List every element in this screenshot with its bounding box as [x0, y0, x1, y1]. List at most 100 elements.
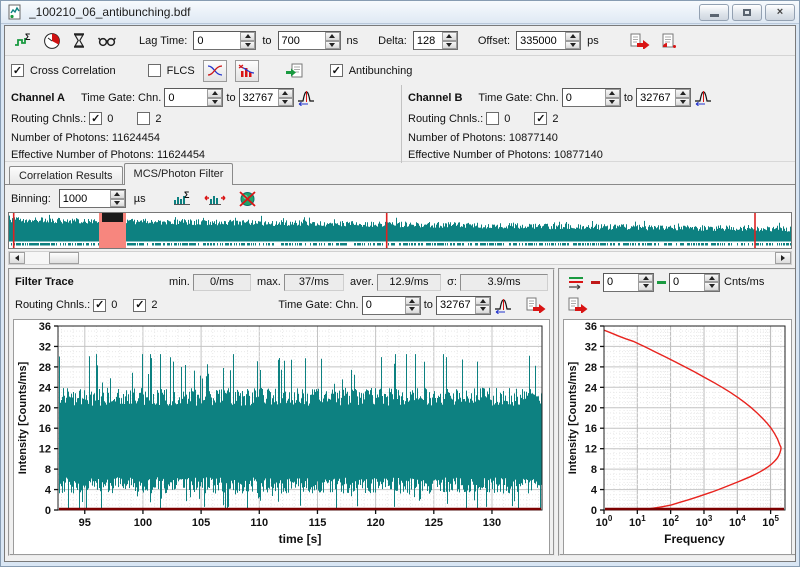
intensity-threshold-icon[interactable] — [565, 273, 588, 292]
spin-down-button[interactable] — [704, 282, 719, 291]
tcspc-peak-icon[interactable] — [491, 295, 515, 316]
spin-up-button[interactable] — [675, 89, 690, 98]
binning-input[interactable] — [60, 190, 110, 207]
overview-chart[interactable] — [9, 213, 791, 248]
scrollbar-thumb[interactable] — [49, 252, 79, 264]
export-data-icon[interactable] — [565, 295, 590, 315]
offset-input[interactable] — [517, 32, 565, 49]
sum-trace-icon[interactable]: Σ — [170, 188, 194, 209]
flcs-label: FLCS — [167, 65, 195, 77]
channel-a-gate-to-input[interactable] — [240, 89, 278, 106]
upper-threshold-input[interactable] — [670, 274, 704, 291]
channel-b-routing-2-checkbox[interactable]: ✓ — [534, 112, 547, 125]
upper-threshold-spinbox — [669, 273, 720, 292]
channel-b-panel: Channel B Time Gate: Chn. to — [401, 85, 795, 163]
lag-time-label: Lag Time: — [139, 35, 187, 47]
channel-b-gate-from-input[interactable] — [563, 89, 605, 106]
cross-correlation-checkbox[interactable]: ✓ — [11, 64, 24, 77]
channel-b-title: Channel B — [408, 92, 462, 104]
svg-text:16: 16 — [585, 423, 597, 435]
lag-from-input[interactable] — [194, 32, 240, 49]
tcspc-peak-icon[interactable] — [691, 87, 715, 108]
filter-routing-2-checkbox[interactable]: ✓ — [133, 299, 146, 312]
spin-down-button[interactable] — [638, 282, 653, 291]
lag-unit-label: ns — [347, 35, 359, 47]
restore-button[interactable] — [732, 4, 762, 21]
svg-text:100: 100 — [134, 517, 152, 529]
preview-binoculars-icon[interactable] — [95, 32, 119, 50]
flcs-checkbox[interactable] — [148, 64, 161, 77]
antibunching-checkbox[interactable]: ✓ — [330, 64, 343, 77]
spin-up-button[interactable] — [207, 89, 222, 98]
filter-gate-from-input[interactable] — [363, 297, 405, 314]
spin-down-button[interactable] — [605, 98, 620, 107]
channel-a-gate-from-input[interactable] — [165, 89, 207, 106]
channel-a-photon-count: Number of Photons: 11624454 — [11, 129, 395, 146]
channel-b-routing-2-label: 2 — [552, 113, 558, 125]
channel-b-gate-to-input[interactable] — [637, 89, 675, 106]
channel-a-routing-2-checkbox[interactable] — [137, 112, 150, 125]
spin-down-button[interactable] — [240, 41, 255, 50]
spin-down-button[interactable] — [325, 41, 340, 50]
channel-a-routing-0-checkbox[interactable]: ✓ — [89, 112, 102, 125]
export-data-icon[interactable] — [627, 31, 652, 51]
svg-text:4: 4 — [591, 485, 598, 497]
lower-threshold-input[interactable] — [604, 274, 638, 291]
spin-up-button[interactable] — [442, 32, 457, 41]
correlate-icon[interactable]: Σ — [11, 30, 35, 51]
spin-up-button[interactable] — [475, 297, 490, 306]
fit-time-range-icon[interactable] — [202, 188, 228, 209]
overview-trace-strip[interactable] — [8, 212, 792, 249]
spin-down-button[interactable] — [278, 98, 293, 107]
copy-results-icon[interactable] — [283, 61, 306, 81]
spin-up-button[interactable] — [605, 89, 620, 98]
close-button[interactable]: × — [765, 4, 795, 21]
svg-text:Intensity [Counts/ms]: Intensity [Counts/ms] — [567, 361, 579, 474]
spin-up-button[interactable] — [405, 297, 420, 306]
minimize-icon — [710, 14, 719, 17]
correlation-curves-icon[interactable] — [203, 60, 227, 82]
tab-correlation-results[interactable]: Correlation Results — [9, 166, 123, 185]
scrollbar-track[interactable] — [25, 252, 775, 264]
lag-to-input[interactable] — [279, 32, 325, 49]
acquisition-clock-icon[interactable] — [41, 30, 63, 52]
overview-scrollbar[interactable] — [8, 251, 792, 265]
report-icon[interactable] — [658, 31, 680, 51]
spin-down-button[interactable] — [207, 98, 222, 107]
scroll-right-button[interactable] — [775, 252, 791, 264]
svg-text:12: 12 — [585, 444, 597, 456]
scroll-left-button[interactable] — [9, 252, 25, 264]
spin-up-button[interactable] — [638, 274, 653, 283]
spin-up-button[interactable] — [704, 274, 719, 283]
spin-down-button[interactable] — [565, 41, 580, 50]
filter-routing-0-checkbox[interactable]: ✓ — [93, 299, 106, 312]
spin-up-button[interactable] — [325, 32, 340, 41]
spin-down-button[interactable] — [110, 199, 125, 208]
svg-text:16: 16 — [39, 423, 51, 435]
channel-b-routing-0-checkbox[interactable] — [486, 112, 499, 125]
spin-down-button[interactable] — [405, 305, 420, 314]
svg-text:12: 12 — [39, 444, 51, 456]
spin-up-button[interactable] — [278, 89, 293, 98]
export-data-icon[interactable] — [523, 295, 548, 315]
hourglass-icon[interactable] — [69, 30, 89, 51]
max-value-field: 37/ms — [284, 274, 344, 291]
lag-to-label: to — [262, 35, 271, 47]
spin-down-button[interactable] — [442, 41, 457, 50]
spin-down-button[interactable] — [475, 305, 490, 314]
tab-mcs-photon-filter[interactable]: MCS/Photon Filter — [124, 163, 234, 185]
correlation-fit-icon[interactable] — [235, 60, 259, 82]
channel-a-gate-from-spinbox — [164, 88, 223, 107]
filter-trace-title: Filter Trace — [15, 276, 74, 288]
clear-filter-icon[interactable] — [236, 188, 259, 210]
spin-up-button[interactable] — [110, 190, 125, 199]
channel-b-routing-0-label: 0 — [504, 113, 510, 125]
spin-down-button[interactable] — [675, 98, 690, 107]
tcspc-peak-icon[interactable] — [294, 87, 318, 108]
minimize-button[interactable] — [699, 4, 729, 21]
channel-b-gate-to-spinbox — [636, 88, 691, 107]
filter-gate-to-input[interactable] — [437, 297, 475, 314]
delta-input[interactable] — [414, 32, 442, 49]
spin-up-button[interactable] — [565, 32, 580, 41]
spin-up-button[interactable] — [240, 32, 255, 41]
